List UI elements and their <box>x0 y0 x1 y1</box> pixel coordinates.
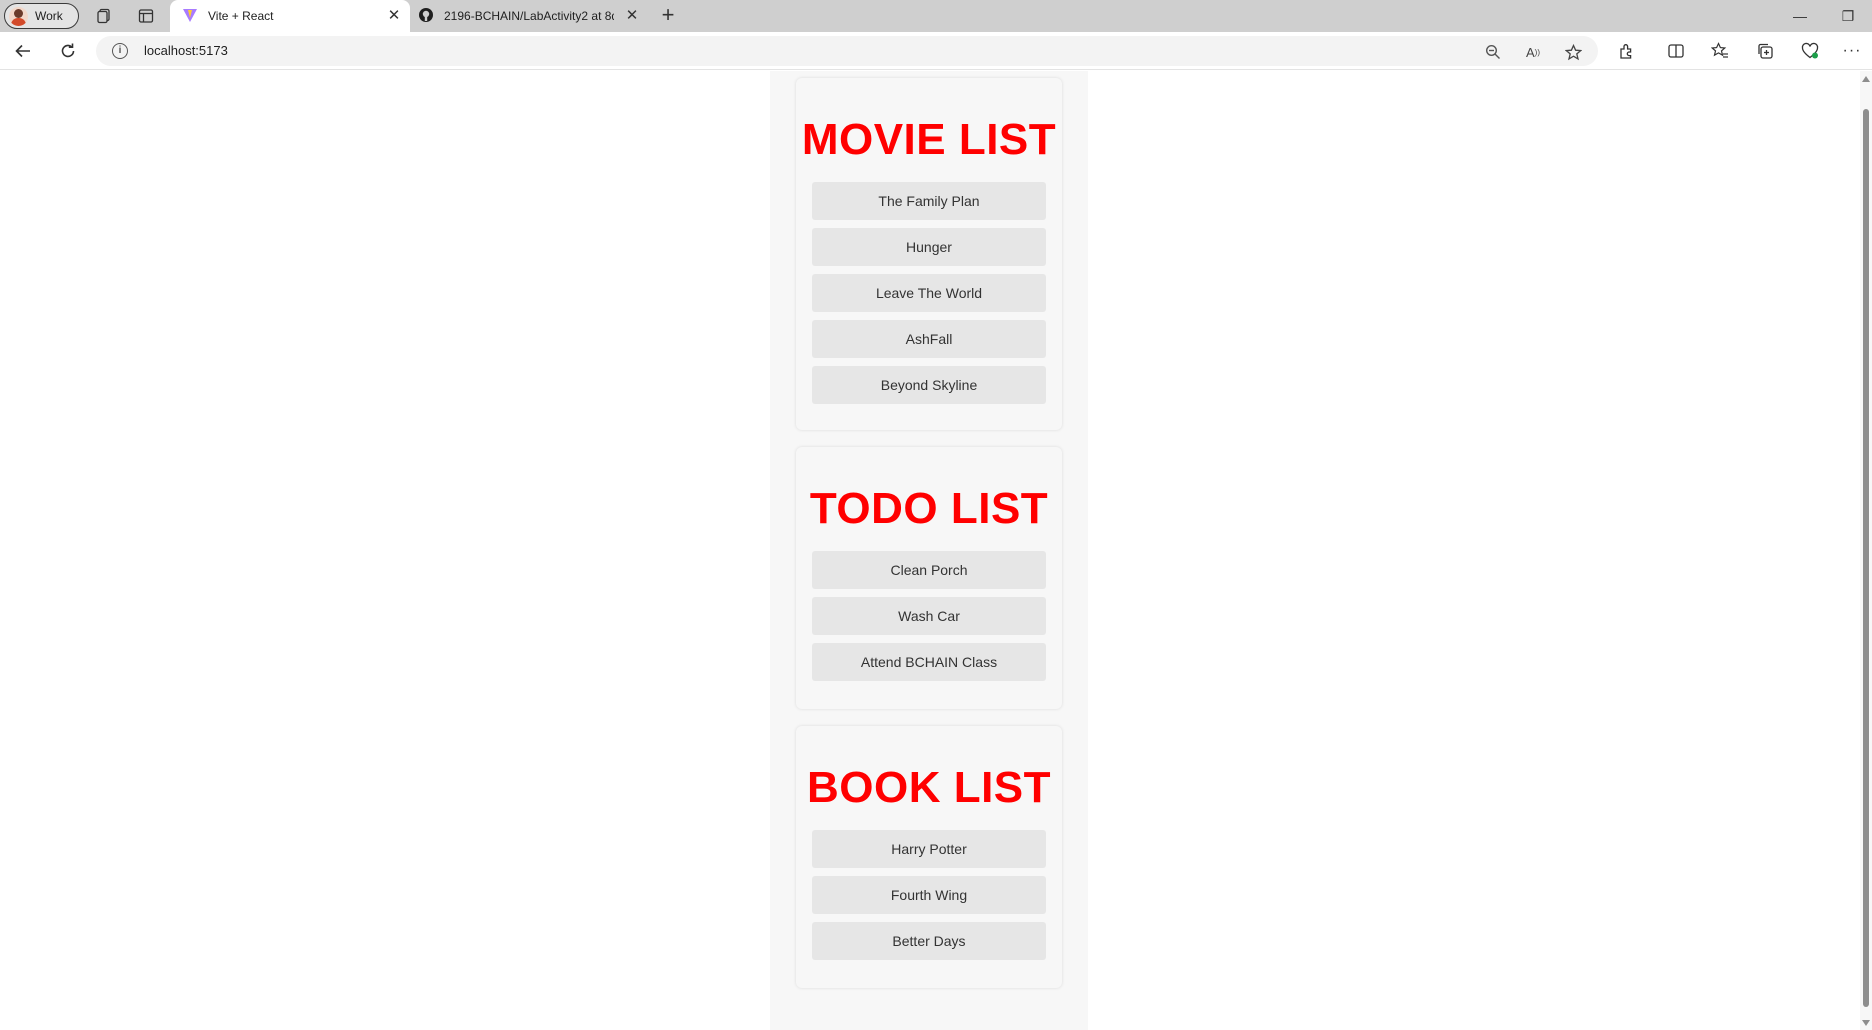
close-tab-icon[interactable]: ✕ <box>624 8 640 24</box>
avatar <box>9 6 28 26</box>
page-viewport: MOVIE LIST The Family Plan Hunger Leave … <box>0 71 1860 1030</box>
site-info-icon[interactable]: i <box>112 43 128 59</box>
list-item[interactable]: Wash Car <box>812 597 1046 635</box>
list-item[interactable]: Hunger <box>812 228 1046 266</box>
collections-icon[interactable] <box>1755 41 1775 61</box>
restore-icon[interactable]: ❐ <box>1834 4 1862 28</box>
list-item[interactable]: Clean Porch <box>812 551 1046 589</box>
list-item[interactable]: Leave The World <box>812 274 1046 312</box>
app-column: MOVIE LIST The Family Plan Hunger Leave … <box>770 71 1088 1030</box>
tab-title: 2196-BCHAIN/LabActivity2 at 8d <box>444 9 614 23</box>
favorite-star-icon[interactable] <box>1564 43 1582 61</box>
new-tab-button[interactable]: + <box>656 4 680 28</box>
browser-toolbar: i localhost:5173 A)) ··· <box>0 32 1872 70</box>
book-list-card: BOOK LIST Harry Potter Fourth Wing Bette… <box>796 726 1062 988</box>
back-icon[interactable] <box>11 39 35 63</box>
list-item[interactable]: AshFall <box>812 320 1046 358</box>
extensions-icon[interactable] <box>1617 41 1637 61</box>
movie-list-card: MOVIE LIST The Family Plan Hunger Leave … <box>796 78 1062 430</box>
vertical-scrollbar[interactable] <box>1860 71 1872 1030</box>
tab-title: Vite + React <box>208 9 274 23</box>
vite-icon <box>182 7 198 26</box>
zoom-out-icon[interactable] <box>1484 43 1502 61</box>
split-screen-icon[interactable] <box>1666 41 1686 61</box>
github-icon <box>418 7 434 26</box>
list-item[interactable]: The Family Plan <box>812 182 1046 220</box>
close-tab-icon[interactable]: ✕ <box>386 8 402 24</box>
todo-list-card: TODO LIST Clean Porch Wash Car Attend BC… <box>796 447 1062 709</box>
scroll-up-arrow-icon[interactable] <box>1862 76 1870 82</box>
list-item[interactable]: Beyond Skyline <box>812 366 1046 404</box>
movie-list-heading: MOVIE LIST <box>801 115 1057 164</box>
vertical-tabs-icon[interactable] <box>136 6 156 26</box>
scroll-down-arrow-icon[interactable] <box>1862 1020 1870 1026</box>
address-bar[interactable]: i localhost:5173 A)) <box>96 36 1598 66</box>
list-item[interactable]: Fourth Wing <box>812 876 1046 914</box>
list-item[interactable]: Harry Potter <box>812 830 1046 868</box>
profile-button[interactable]: Work <box>4 3 79 29</box>
read-aloud-icon[interactable]: A)) <box>1524 43 1542 61</box>
favorites-icon[interactable] <box>1710 41 1730 61</box>
url-text: localhost:5173 <box>144 43 228 58</box>
book-list-heading: BOOK LIST <box>806 763 1052 812</box>
list-item[interactable]: Better Days <box>812 922 1046 960</box>
todo-list-heading: TODO LIST <box>809 484 1049 533</box>
profile-label: Work <box>35 9 63 23</box>
tab-vite-react[interactable]: Vite + React ✕ <box>170 0 410 32</box>
browser-essentials-icon[interactable] <box>1800 41 1820 61</box>
workspaces-icon[interactable] <box>94 6 114 26</box>
minimize-icon[interactable]: — <box>1786 4 1814 28</box>
tab-strip: Work Vite + React ✕ 2196-BCHAIN/LabActiv… <box>0 0 1872 32</box>
more-options-icon[interactable]: ··· <box>1842 41 1862 61</box>
scrollbar-thumb[interactable] <box>1863 109 1869 1007</box>
list-item[interactable]: Attend BCHAIN Class <box>812 643 1046 681</box>
refresh-icon[interactable] <box>56 39 80 63</box>
tab-github[interactable]: 2196-BCHAIN/LabActivity2 at 8d ✕ <box>412 0 648 32</box>
